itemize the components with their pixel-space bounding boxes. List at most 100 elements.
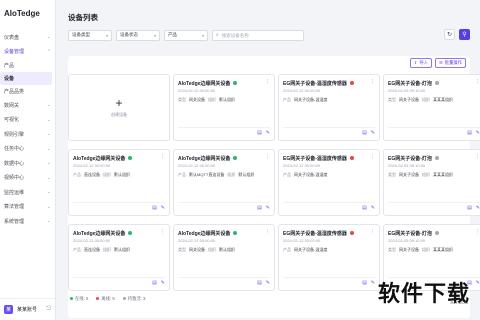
device-card[interactable]: AIoTedge边缘网关设备 ⋮ 2024-02-12 00:00:00 产品 默认MQ… bbox=[173, 149, 275, 216]
sidebar-subitem[interactable]: 设备 bbox=[0, 72, 52, 85]
device-name: AIoTedge边缘网关设备 bbox=[178, 230, 231, 237]
device-card[interactable]: AIoTedge边缘网关设备 ⋮ 2024-02-12 00:00:00 类型 网关设备… bbox=[173, 74, 275, 141]
edit-icon[interactable]: ✎ bbox=[161, 280, 165, 286]
add-device-card[interactable]: + 创建设备 bbox=[68, 74, 170, 141]
watermark-sub: RJ7.COM bbox=[450, 300, 468, 305]
filter-button[interactable]: ⚲ bbox=[459, 29, 470, 40]
detail-icon[interactable]: ▤ bbox=[362, 130, 367, 136]
edit-icon[interactable]: ✎ bbox=[266, 280, 270, 286]
sidebar-item[interactable]: 任务中心 ⌄ bbox=[0, 142, 55, 157]
user-box[interactable]: 某 某某账号 ⎋ bbox=[0, 298, 55, 320]
meta-key: 产品 bbox=[283, 172, 291, 177]
more-icon[interactable]: ⋮ bbox=[265, 229, 270, 235]
more-icon[interactable]: ⋮ bbox=[370, 229, 375, 235]
device-name: EG网关子设备-灯泡 bbox=[388, 80, 432, 87]
device-card[interactable]: AIoTedge边缘网关设备 ⋮ 2024-02-12 00:00:00 产品 直连设备… bbox=[68, 149, 170, 216]
card-title-row: EG网关子设备-灯泡 bbox=[388, 229, 480, 237]
card-title-row: AIoTedge边缘网关设备 bbox=[178, 229, 270, 237]
status-dot bbox=[434, 81, 439, 85]
batch-label: 批量操作 bbox=[444, 60, 462, 65]
search-box[interactable]: ⌕ bbox=[212, 29, 304, 41]
sidebar-item[interactable]: 数网关 ⌄ bbox=[0, 98, 55, 113]
detail-icon[interactable]: ▤ bbox=[467, 130, 472, 136]
more-icon[interactable]: ⋮ bbox=[370, 154, 375, 160]
detail-icon[interactable]: ▤ bbox=[257, 205, 262, 211]
more-icon[interactable]: ⋮ bbox=[265, 79, 270, 85]
sidebar-item[interactable]: 可视化 ⌄ bbox=[0, 113, 55, 128]
device-card[interactable]: EG网关子设备-灯泡 ⋮ 2024-02-05 09:10:00 类型 网关子设备 组织某… bbox=[383, 74, 480, 141]
edit-icon[interactable]: ✎ bbox=[371, 205, 375, 211]
legend-dot bbox=[122, 297, 126, 301]
card-title-row: EG网关子设备-灯泡 bbox=[388, 79, 480, 87]
more-icon[interactable]: ⋮ bbox=[475, 154, 480, 160]
more-icon[interactable]: ⋮ bbox=[475, 79, 480, 85]
device-status-select[interactable]: 设备状态 ▾ bbox=[116, 29, 160, 41]
more-icon[interactable]: ⋮ bbox=[160, 154, 165, 160]
detail-icon[interactable]: ▤ bbox=[257, 130, 262, 136]
batch-button[interactable]: ☰ 批量操作 bbox=[434, 58, 466, 68]
device-date: 2024-02-12 00:00:00 bbox=[73, 238, 111, 243]
detail-icon[interactable]: ▤ bbox=[467, 205, 472, 211]
sidebar-item[interactable]: 视频中心 ⌄ bbox=[0, 171, 55, 186]
card-title-row: AIoTedge边缘网关设备 bbox=[178, 79, 270, 87]
device-card[interactable]: EG网关子设备-温湿度传感器 ⋮ 2024-02-12 00:00:00 产品 网关子设… bbox=[278, 149, 380, 216]
sidebar-item[interactable]: 规则引擎 ⌄ bbox=[0, 127, 55, 142]
sidebar-subitem[interactable]: 产品品类 bbox=[0, 85, 55, 98]
toolbar-right: ↻ ⚲ bbox=[444, 29, 470, 40]
device-date: 2024-02-12 00:00:00 bbox=[283, 88, 321, 93]
meta-value: 某某某组织 bbox=[433, 97, 453, 102]
import-button[interactable]: ⇪ 导入 bbox=[409, 58, 432, 68]
edit-icon[interactable]: ✎ bbox=[266, 130, 270, 136]
more-icon[interactable]: ⋮ bbox=[265, 154, 270, 160]
sidebar-item[interactable]: 数据中心 ⌄ bbox=[0, 156, 55, 171]
device-card[interactable]: EG网关子设备-灯泡 ⋮ 2024-02-05 09:10:00 类型 网关子设备 组织某… bbox=[383, 149, 480, 216]
legend-item: 离线: 5 bbox=[96, 296, 115, 302]
device-card[interactable]: AIoTedge边缘网关设备 ⋮ 2024-02-12 00:00:00 类型 网关设备… bbox=[173, 224, 275, 291]
chevron-icon: ⌄ bbox=[46, 189, 51, 196]
meta-value: 网关子设备-温湿度 bbox=[294, 172, 328, 177]
avatar[interactable]: 某 bbox=[4, 305, 13, 314]
edit-icon[interactable]: ✎ bbox=[476, 205, 480, 211]
sidebar-item[interactable]: 系统管理 ⌄ bbox=[0, 214, 55, 229]
sidebar-item[interactable]: 设备管理 ⌃ bbox=[0, 45, 55, 60]
device-type-select[interactable]: 设备类型 ▾ bbox=[68, 29, 112, 41]
detail-icon[interactable]: ▤ bbox=[257, 280, 262, 286]
device-card[interactable]: EG网关子设备-温湿度传感器 ⋮ 2024-02-12 00:00:00 产品 网关子设… bbox=[278, 224, 380, 291]
more-icon[interactable]: ⋮ bbox=[475, 229, 480, 235]
meta-key: 组织 bbox=[227, 172, 236, 177]
sidebar-item[interactable]: 仪表盘 ⌄ bbox=[0, 30, 55, 45]
search-icon: ⌕ bbox=[216, 32, 219, 38]
detail-icon[interactable]: ▤ bbox=[362, 280, 367, 286]
device-card[interactable]: EG网关子设备-温湿度传感器 ⋮ 2024-02-12 00:00:00 产品 网关子设… bbox=[278, 74, 380, 141]
sidebar-item[interactable]: 算法管理 ⌄ bbox=[0, 200, 55, 215]
sidebar-item-label: 设备管理 bbox=[4, 49, 25, 56]
status-dot bbox=[233, 156, 238, 160]
logout-icon[interactable]: ⎋ bbox=[46, 306, 51, 313]
more-icon[interactable]: ⋮ bbox=[370, 79, 375, 85]
search-input[interactable] bbox=[221, 32, 300, 38]
detail-icon[interactable]: ▤ bbox=[152, 280, 157, 286]
edit-icon[interactable]: ✎ bbox=[161, 205, 165, 211]
meta-value: 默认组织 bbox=[238, 172, 255, 177]
card-title-row: AIoTedge边缘网关设备 bbox=[73, 229, 165, 237]
refresh-button[interactable]: ↻ bbox=[444, 29, 455, 40]
sidebar-item-label: 系统管理 bbox=[4, 218, 25, 225]
detail-icon[interactable]: ▤ bbox=[362, 205, 367, 211]
device-date: 2024-02-12 00:00:00 bbox=[283, 238, 321, 243]
more-icon[interactable]: ⋮ bbox=[160, 229, 165, 235]
edit-icon[interactable]: ✎ bbox=[371, 130, 375, 136]
edit-icon[interactable]: ✎ bbox=[476, 130, 480, 136]
sidebar-item[interactable]: 监控运维 ⌄ bbox=[0, 185, 55, 200]
card-footer: ▤ ✎ bbox=[283, 277, 375, 286]
edit-icon[interactable]: ✎ bbox=[371, 280, 375, 286]
device-card[interactable]: AIoTedge边缘网关设备 ⋮ 2024-02-12 00:00:00 产品 直连设备… bbox=[68, 224, 170, 291]
sidebar-subitem[interactable]: 产品 bbox=[0, 59, 55, 72]
edit-icon[interactable]: ✎ bbox=[476, 280, 480, 286]
legend-dot bbox=[70, 297, 73, 301]
status-dot bbox=[434, 156, 439, 160]
edit-icon[interactable]: ✎ bbox=[266, 205, 270, 211]
detail-icon[interactable]: ▤ bbox=[152, 205, 157, 211]
card-footer: ▤ ✎ bbox=[73, 277, 165, 286]
device-meta: 产品 网关子设备-温湿度 bbox=[283, 97, 375, 103]
product-select[interactable]: 产品 ▾ bbox=[164, 29, 208, 41]
